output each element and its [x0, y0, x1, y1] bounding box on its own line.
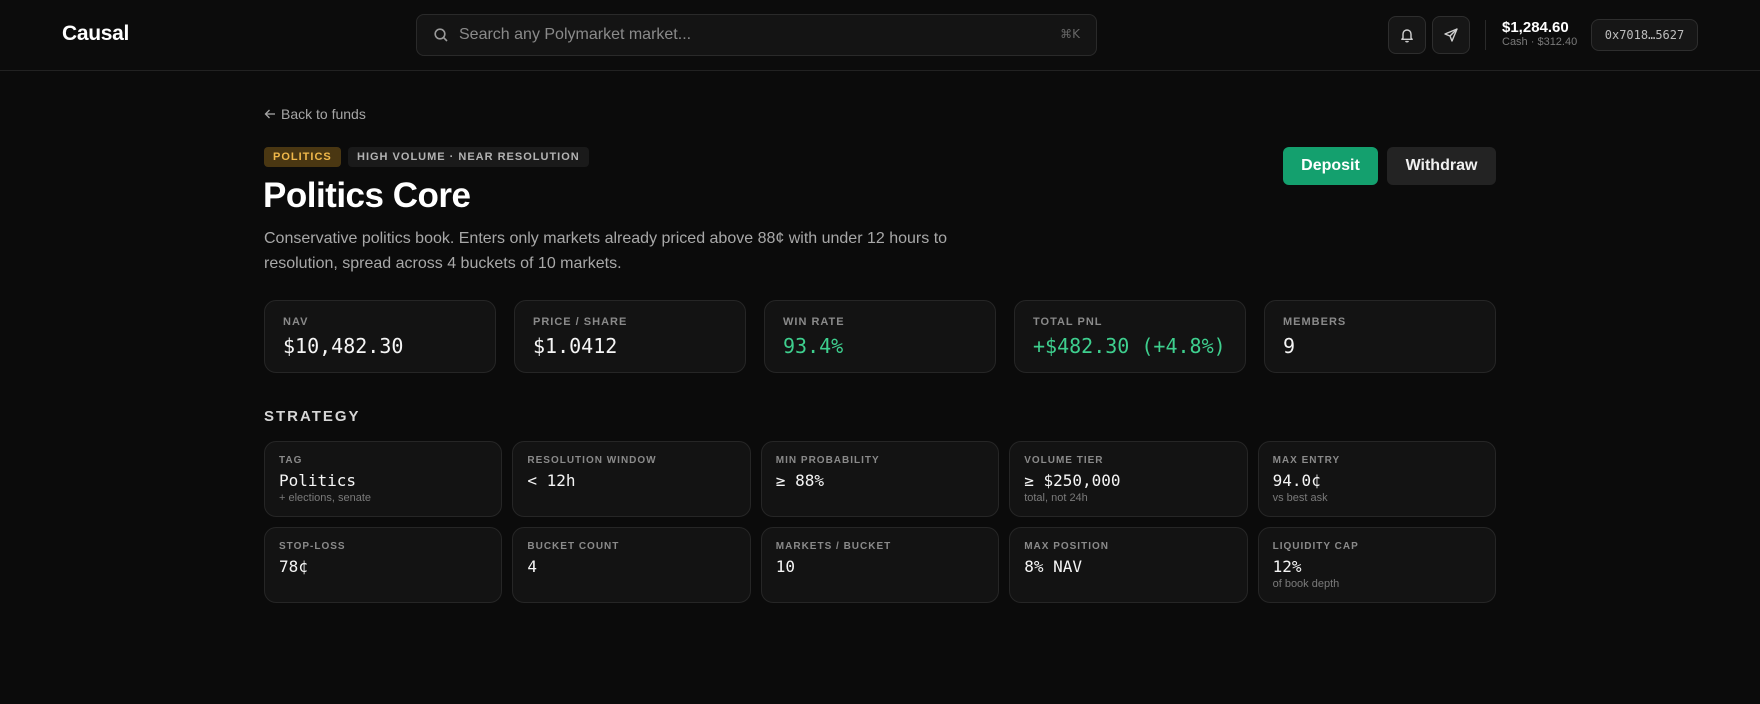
strategy-section-title: STRATEGY — [264, 408, 361, 425]
stat-card-total-pnl: TOTAL PNL +$482.30 (+4.8%) — [1014, 300, 1246, 373]
header-divider — [1485, 20, 1486, 50]
wallet-address-button[interactable]: 0x7018…5627 — [1591, 19, 1698, 51]
deposit-button[interactable]: Deposit — [1283, 147, 1378, 185]
strategy-subtext: + elections, senate — [279, 492, 372, 504]
search-shortcut: ⌘K — [1060, 27, 1080, 41]
strategy-value: 10 — [775, 557, 796, 576]
stat-label: NAV — [283, 316, 309, 328]
search-icon — [434, 28, 448, 42]
top-bar: Causal ⌘K $1,284.60 Cash · $312.40 0x701… — [0, 0, 1760, 71]
strategy-card-min-probability: MIN PROBABILITY ≥ 88% — [760, 441, 1000, 517]
back-link-label: Back to funds — [281, 106, 366, 122]
withdraw-button[interactable]: Withdraw — [1387, 147, 1496, 185]
strategy-label: LIQUIDITY CAP — [1272, 541, 1359, 552]
stat-card-price-per-share: PRICE / SHARE $1.0412 — [514, 300, 746, 373]
strategy-card-tag: TAG Politics + elections, senate — [264, 441, 503, 517]
strategy-value: 94.0¢ — [1272, 471, 1321, 490]
arrow-left-icon — [264, 109, 275, 119]
strategy-value: 4 — [527, 557, 538, 576]
strategy-subtext: total, not 24h — [1024, 492, 1088, 504]
strategy-value: 12% — [1272, 557, 1302, 576]
paper-plane-icon — [1444, 28, 1458, 42]
strategy-label: RESOLUTION WINDOW — [527, 455, 657, 466]
stat-label: MEMBERS — [1283, 316, 1347, 328]
send-button[interactable] — [1432, 16, 1470, 54]
stat-value: +$482.30 (+4.8%) — [1033, 334, 1226, 358]
cash-balance: Cash · $312.40 — [1502, 36, 1578, 48]
strategy-subtext: of book depth — [1272, 578, 1340, 590]
strategy-card-markets-per-bucket: MARKETS / BUCKET 10 — [760, 527, 1000, 603]
strategy-grid: TAG Politics + elections, senate RESOLUT… — [264, 441, 1496, 603]
stat-label: TOTAL PNL — [1033, 316, 1103, 328]
stat-card-nav: NAV $10,482.30 — [264, 300, 496, 373]
strategy-value: 8% NAV — [1024, 557, 1082, 576]
strategy-label: MARKETS / BUCKET — [775, 541, 892, 552]
page-title: Politics Core — [263, 176, 471, 215]
back-to-funds-link[interactable]: Back to funds — [264, 106, 366, 122]
stats-row: NAV $10,482.30 PRICE / SHARE $1.0412 WIN… — [264, 300, 1496, 373]
strategy-card-liquidity-cap: LIQUIDITY CAP 12% of book depth — [1257, 527, 1496, 603]
bell-icon — [1401, 29, 1413, 43]
strategy-label: VOLUME TIER — [1024, 455, 1104, 466]
stat-value: $1.0412 — [533, 334, 618, 358]
strategy-label: MAX ENTRY — [1272, 455, 1341, 466]
strategy-value: ≥ $250,000 — [1024, 471, 1121, 490]
fund-description: Conservative politics book. Enters only … — [264, 230, 948, 272]
app-logo[interactable]: Causal — [62, 22, 129, 46]
stat-label: WIN RATE — [783, 316, 845, 328]
strategy-label: MAX POSITION — [1024, 541, 1109, 552]
strategy-label: STOP-LOSS — [279, 541, 346, 552]
search-input[interactable] — [459, 15, 1019, 55]
strategy-value: Politics — [279, 471, 357, 490]
notifications-button[interactable] — [1388, 16, 1426, 54]
strategy-value: 78¢ — [279, 557, 308, 576]
strategy-card-volume-tier: VOLUME TIER ≥ $250,000 total, not 24h — [1009, 441, 1248, 517]
stat-label: PRICE / SHARE — [533, 316, 628, 328]
category-badge: POLITICS — [264, 147, 341, 167]
stat-value: 93.4% — [783, 334, 844, 358]
strategy-label: TAG — [279, 455, 303, 466]
strategy-subtext: vs best ask — [1272, 492, 1328, 504]
strategy-label: BUCKET COUNT — [527, 541, 620, 552]
strategy-card-max-entry: MAX ENTRY 94.0¢ vs best ask — [1257, 441, 1496, 517]
stat-card-win-rate: WIN RATE 93.4% — [764, 300, 996, 373]
strategy-card-resolution-window: RESOLUTION WINDOW < 12h — [512, 441, 751, 517]
stat-value: 9 — [1283, 334, 1296, 358]
strategy-value: ≥ 88% — [775, 471, 824, 490]
strategy-card-stop-loss: STOP-LOSS 78¢ — [264, 527, 503, 603]
tags-badge: HIGH VOLUME · NEAR RESOLUTION — [348, 147, 589, 167]
balance-summary: $1,284.60 Cash · $312.40 — [1502, 19, 1577, 48]
strategy-label: MIN PROBABILITY — [775, 455, 880, 466]
strategy-card-max-position: MAX POSITION 8% NAV — [1009, 527, 1248, 603]
portfolio-balance: $1,284.60 — [1502, 19, 1569, 36]
stat-value: $10,482.30 — [283, 334, 404, 358]
strategy-card-bucket-count: BUCKET COUNT 4 — [512, 527, 751, 603]
stat-card-members: MEMBERS 9 — [1264, 300, 1496, 373]
search-box[interactable]: ⌘K — [416, 14, 1097, 56]
strategy-value: < 12h — [527, 471, 576, 490]
